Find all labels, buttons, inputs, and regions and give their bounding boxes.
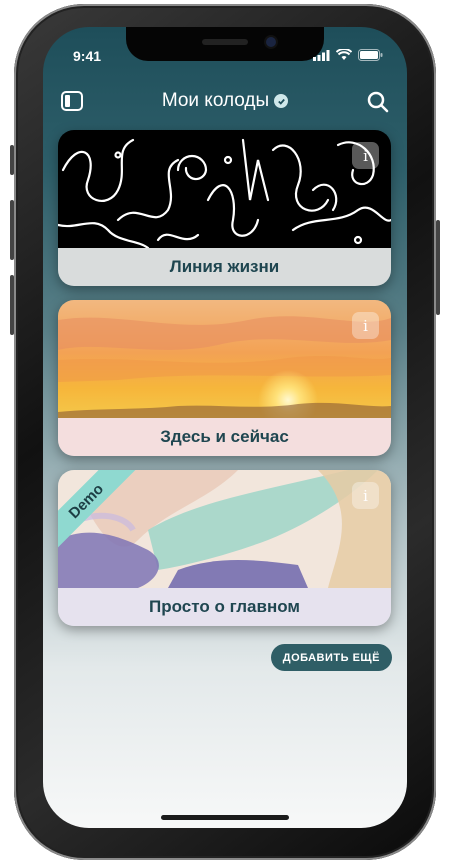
- camera: [266, 37, 276, 47]
- screen: 9:41 Мои колоды i Линия жизни i Здесь и …: [43, 27, 407, 828]
- info-button[interactable]: i: [352, 482, 379, 509]
- status-time: 9:41: [73, 48, 102, 64]
- deck-art-sunset: [58, 300, 391, 418]
- deck-card-2[interactable]: i Здесь и сейчас: [58, 300, 391, 456]
- header: Мои колоды: [43, 85, 407, 119]
- status-icons: [313, 49, 383, 61]
- deck-art-line-drawing: [58, 130, 391, 248]
- volume-down-button: [10, 275, 14, 335]
- add-more-button[interactable]: ДОБАВИТЬ ЕЩЁ: [270, 644, 392, 671]
- speaker: [202, 39, 248, 45]
- deck-card-3[interactable]: Demo i Просто о главном: [58, 470, 391, 626]
- wifi-icon: [336, 49, 352, 60]
- battery-icon: [358, 49, 383, 61]
- signal-icon: [313, 49, 330, 61]
- notch: [126, 27, 324, 61]
- search-icon[interactable]: [367, 91, 389, 113]
- check-badge-icon: [274, 94, 289, 108]
- deck-name: Линия жизни: [58, 248, 391, 286]
- home-indicator[interactable]: [161, 815, 289, 820]
- info-button[interactable]: i: [352, 142, 379, 169]
- title-area[interactable]: Мои колоды: [43, 90, 407, 112]
- deck-card-1[interactable]: i Линия жизни: [58, 130, 391, 286]
- deck-name: Здесь и сейчас: [58, 418, 391, 456]
- info-button[interactable]: i: [352, 312, 379, 339]
- deck-name: Просто о главном: [58, 588, 391, 626]
- page-title: Мои колоды: [161, 90, 270, 111]
- power-button: [436, 220, 440, 315]
- volume-up-button: [10, 200, 14, 260]
- mute-switch: [10, 145, 14, 175]
